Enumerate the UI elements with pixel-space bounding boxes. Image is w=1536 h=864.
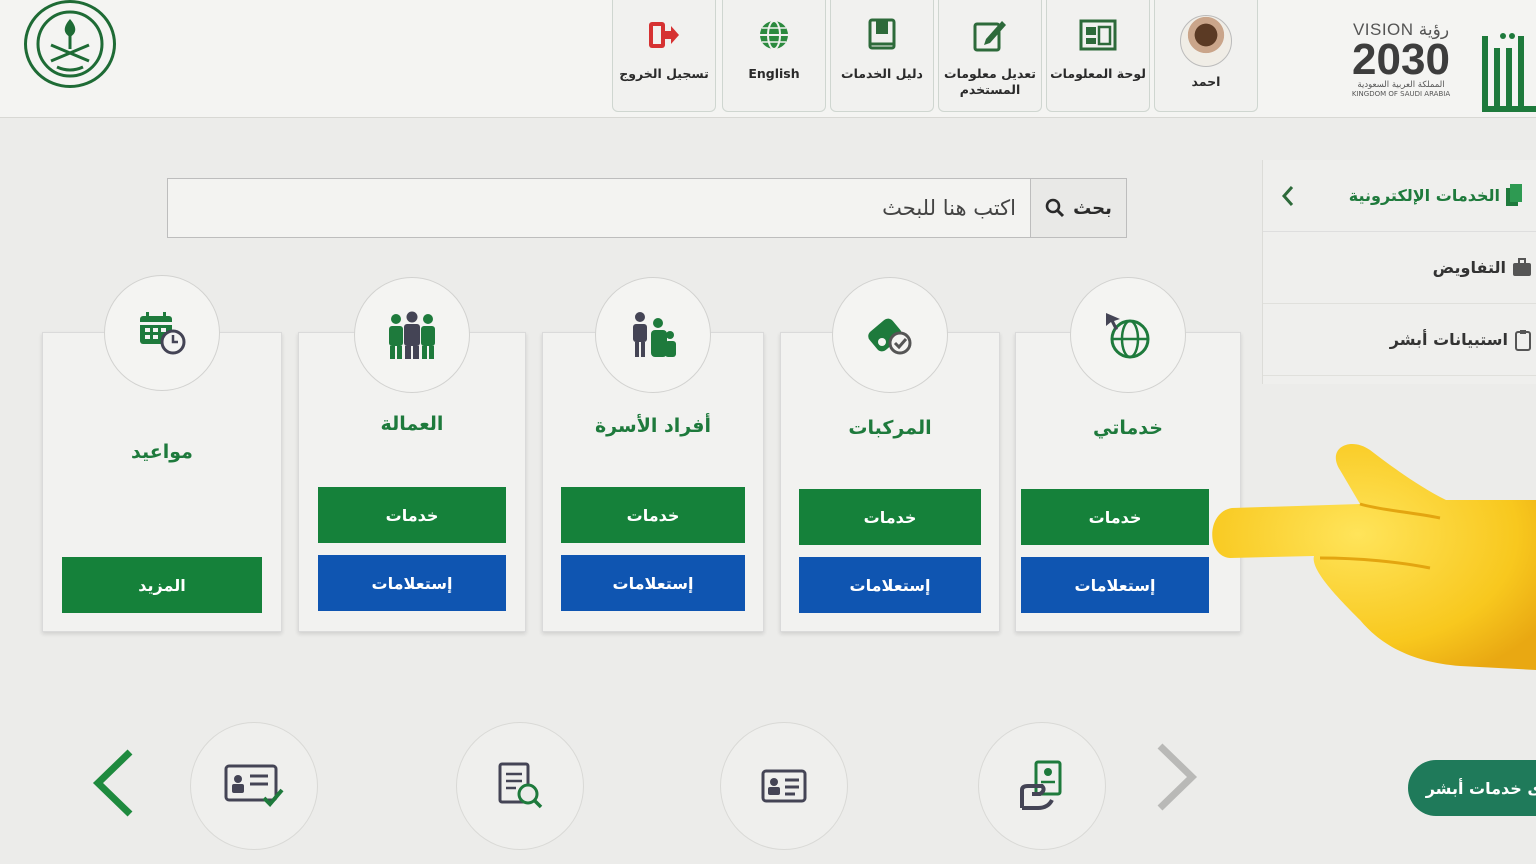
carousel-prev-arrow[interactable] [92,748,136,818]
card-icon-circle [104,275,220,391]
saudi-emblem-logo [24,0,116,88]
globe-icon [760,20,788,50]
id-card-check-icon [224,764,284,807]
user-profile-button[interactable]: احمد [1154,0,1258,112]
edit-user-info-button[interactable]: تعديل معلومات المستخدم [938,0,1042,112]
logout-label: تسجيل الخروج [619,66,709,81]
card-title: مواعيد [131,441,193,463]
sidebar-item-absher-surveys[interactable]: استبيانات أبشر [1263,304,1536,376]
card-icon-circle [595,277,711,393]
top-header: تسجيل الخروج English دليل الخدمات تعديل … [0,0,1536,118]
chevron-left-icon[interactable] [1281,185,1295,207]
inquiries-button[interactable]: إستعلامات [318,555,506,611]
language-label: English [748,66,800,81]
family-icon [633,312,676,357]
search-button-label: بحث [1073,197,1112,219]
card-title: أفراد الأسرة [594,415,712,437]
absher-services-pill-button[interactable]: ى خدمات أبشر [1408,760,1536,816]
services-button[interactable]: خدمات [1021,489,1209,545]
services-pill-label: ى خدمات أبشر [1425,778,1536,798]
car-key-icon [868,318,912,355]
search-icon [1045,198,1065,218]
language-button[interactable]: English [722,0,826,112]
services-button[interactable]: خدمات [561,487,745,543]
hand-id-card-icon [1020,760,1062,810]
card-family-members: أفراد الأسرة خدمات إستعلامات [542,277,764,632]
e-services-icon [1506,183,1522,206]
logout-icon [649,22,679,48]
dashboard-label: لوحة المعلومات [1050,66,1146,81]
services-guide-button[interactable]: دليل الخدمات [830,0,934,112]
book-icon [868,18,896,50]
services-button[interactable]: خدمات [799,489,981,545]
card-icon-circle [832,277,948,393]
kingdom-english: KINGDOM OF SAUDI ARABIA [1351,90,1451,98]
card-icon-circle [354,277,470,393]
sidebar-item-label: استبيانات أبشر [1389,330,1508,349]
globe-cursor-icon [1106,313,1150,359]
avatar [1180,15,1232,67]
sidebar-title: الخدمات الإلكترونية [1348,186,1500,205]
card-title: المركبات [848,417,932,439]
search-button[interactable]: بحث [1030,179,1126,237]
card-appointments: مواعيد المزيد [42,275,282,632]
edit-user-info-label: تعديل معلومات المستخدم [944,66,1036,97]
quick-service-id-hand[interactable] [978,722,1106,850]
edit-icon [973,21,1006,52]
user-name: احمد [1191,74,1221,89]
card-title: خدماتي [1093,417,1163,439]
absher-logo [1482,33,1536,112]
card-my-services: خدماتي خدمات إستعلامات [1015,277,1241,632]
quick-service-fees-search[interactable] [456,722,584,850]
card-vehicles: المركبات خدمات إستعلامات [780,277,1000,632]
card-labor: العمالة خدمات إستعلامات [298,277,526,632]
vision-year: 2030 [1352,35,1450,84]
services-button[interactable]: خدمات [318,487,506,543]
logout-button[interactable]: تسجيل الخروج [612,0,716,112]
quick-service-id-verify[interactable] [190,722,318,850]
dashboard-icon [1079,19,1117,51]
quick-service-id-card[interactable] [720,722,848,850]
inquiries-button[interactable]: إستعلامات [799,557,981,613]
inquiries-button[interactable]: إستعلامات [561,555,745,611]
dashboard-button[interactable]: لوحة المعلومات [1046,0,1150,112]
inquiries-button[interactable]: إستعلامات [1021,557,1209,613]
sidebar-item-delegations[interactable]: التفاويض [1263,232,1536,304]
search-input[interactable] [168,179,1030,237]
vision-2030-logo: VISION رؤية 2030 المملكة العربية السعودي… [1336,20,1466,112]
workers-icon [389,311,435,359]
calendar-clock-icon [140,312,186,355]
sidebar-item-label: التفاويض [1432,258,1506,277]
carousel-next-arrow[interactable] [1154,742,1198,812]
document-search-icon [498,762,543,809]
search-bar: بحث [167,178,1127,238]
id-card-icon [761,769,807,803]
briefcase-icon [1513,257,1531,276]
services-guide-label: دليل الخدمات [841,66,923,81]
clipboard-icon [1515,329,1531,351]
sidebar-header[interactable]: الخدمات الإلكترونية [1263,160,1536,232]
more-button[interactable]: المزيد [62,557,262,613]
pointing-hand-icon [1212,443,1536,670]
sidebar: الخدمات الإلكترونية التفاويض استبيانات أ… [1262,160,1536,384]
card-icon-circle [1070,277,1186,393]
card-title: العمالة [380,413,444,435]
